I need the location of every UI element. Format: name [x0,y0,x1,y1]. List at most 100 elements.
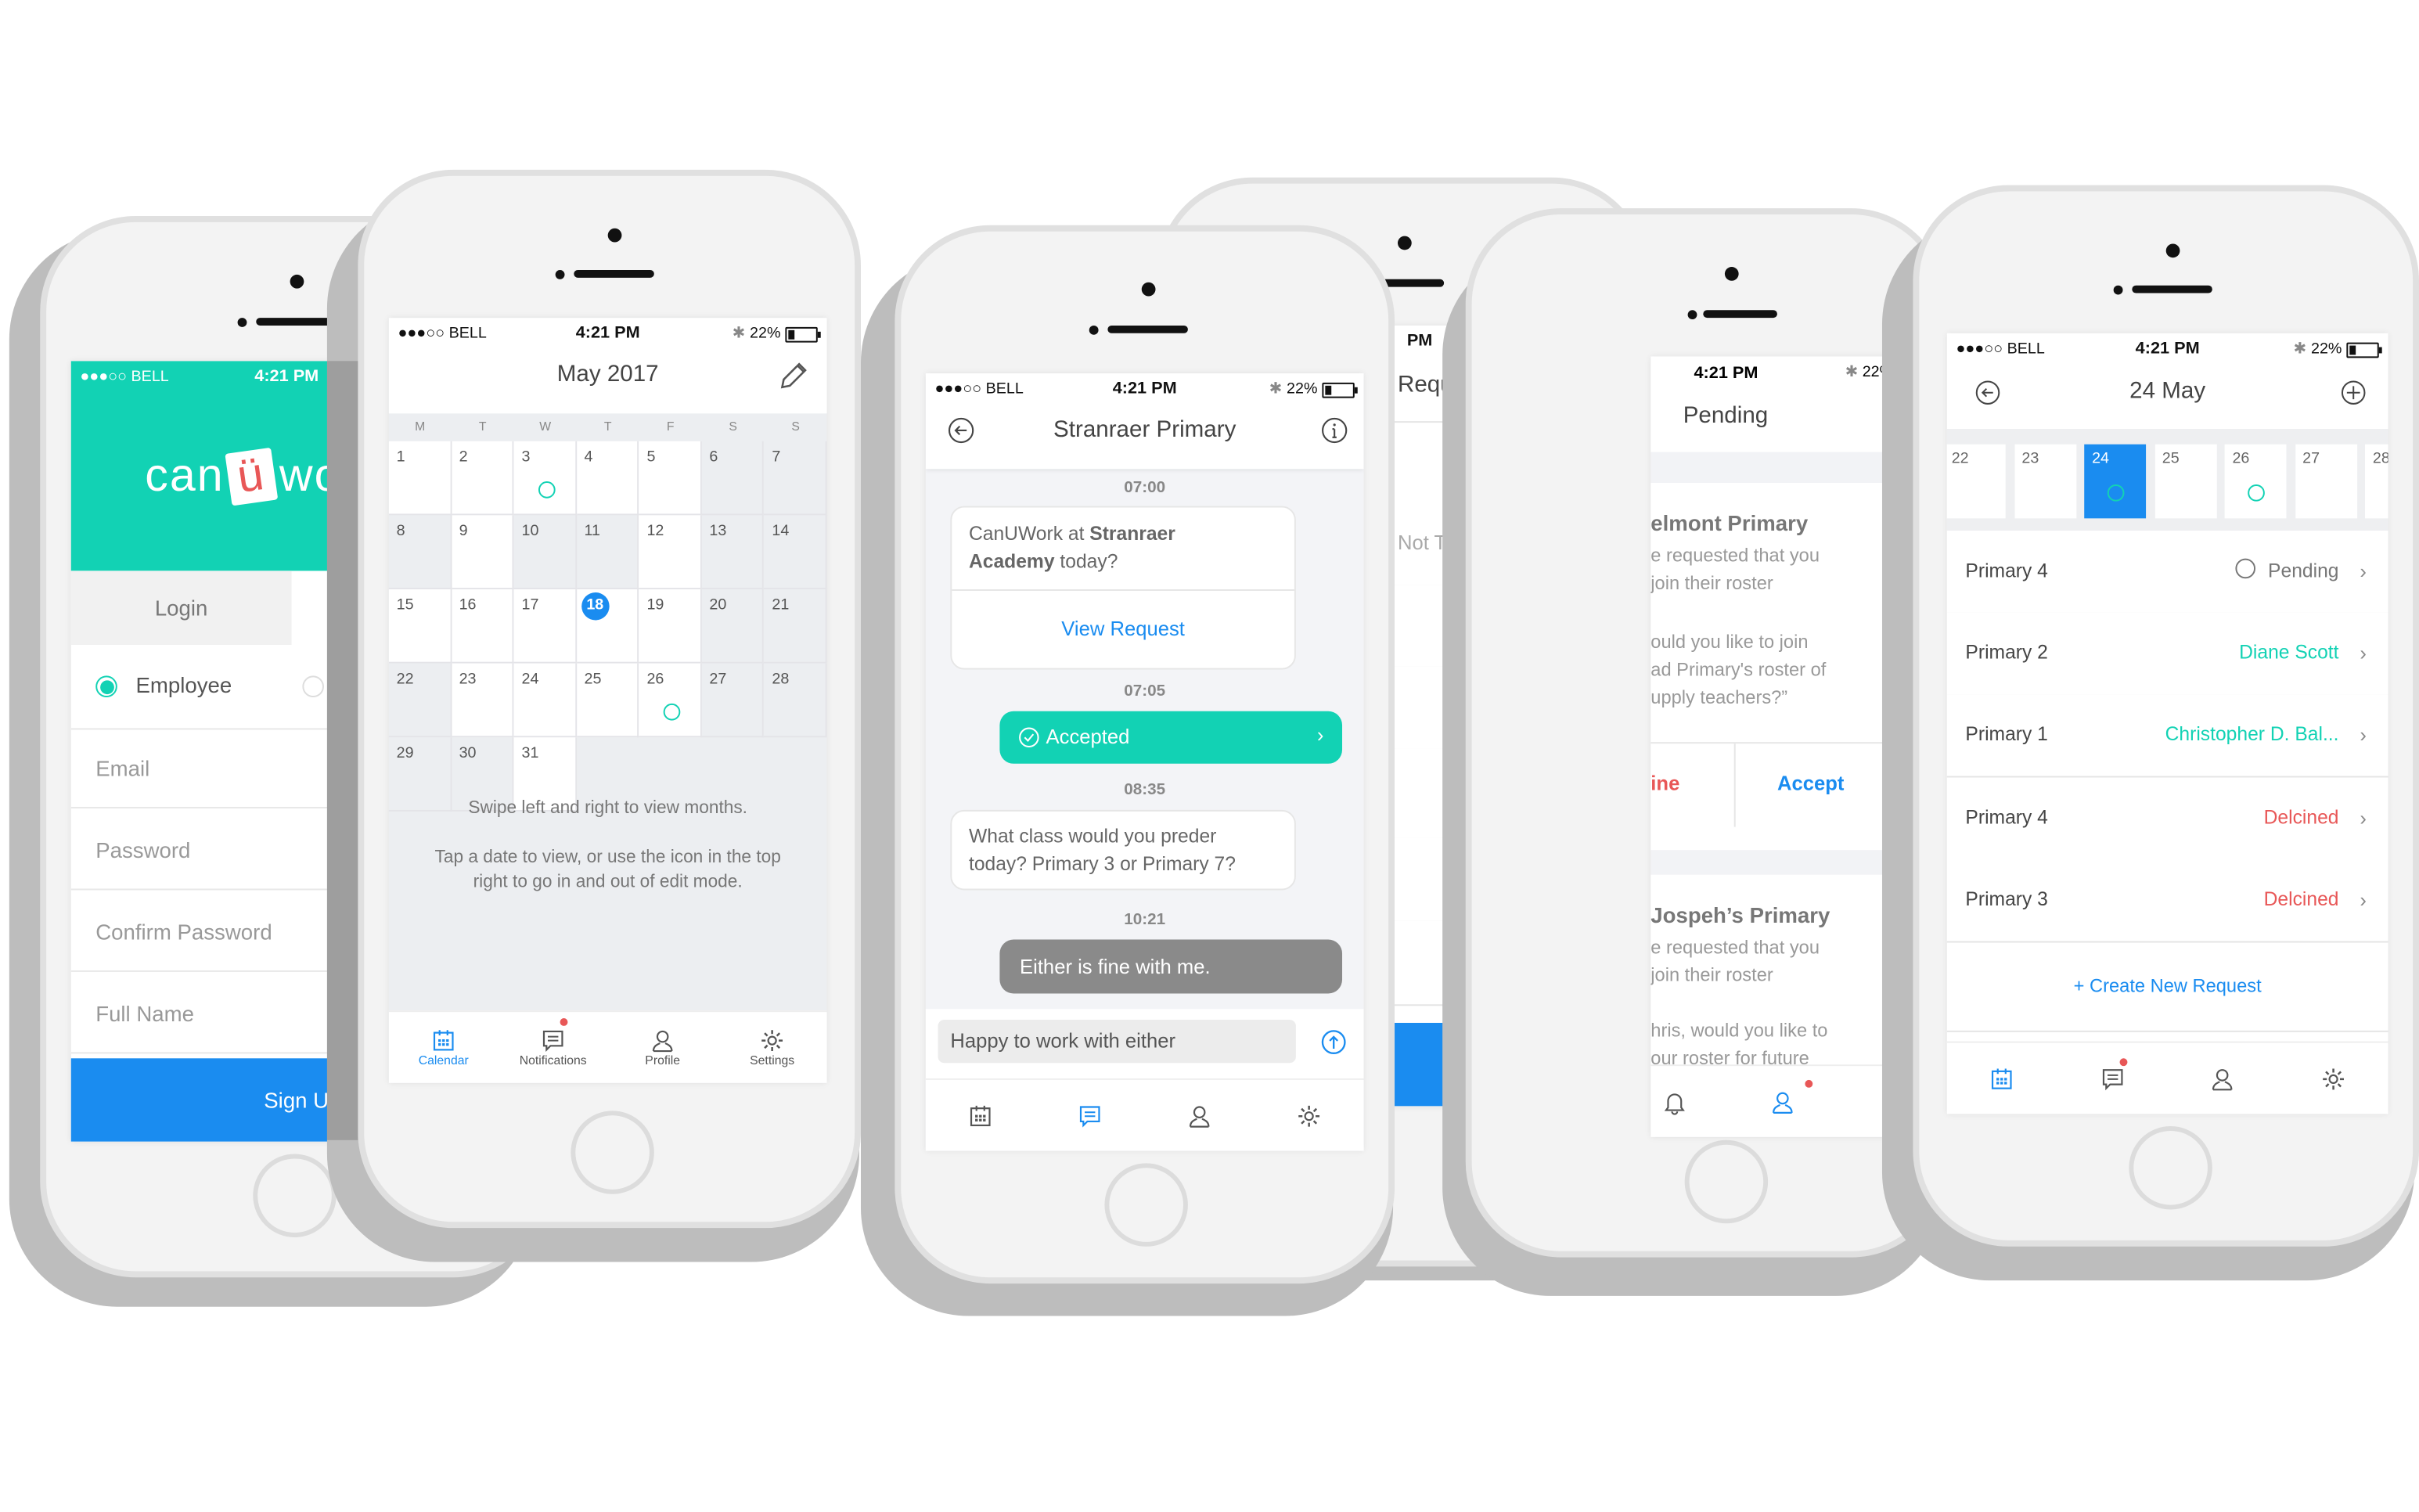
tab-notifications[interactable] [2057,1043,2168,1114]
send-arrow-icon[interactable] [1320,1029,1347,1056]
tab-profile[interactable] [1145,1080,1254,1151]
message-icon [1079,1105,1100,1127]
tab-calendar[interactable]: Calendar [389,1012,499,1083]
view-request-button[interactable]: View Request [952,589,1294,668]
home-button[interactable] [1104,1163,1188,1247]
tab-calendar[interactable] [926,1080,1035,1151]
calendar-day[interactable]: 16 [451,589,514,664]
logo-text: can [145,450,225,502]
tab-notifications[interactable]: Notifications [499,1012,608,1083]
tab-label: Profile [645,1053,681,1068]
day-number: 8 [396,523,405,540]
camera-icon [607,228,622,243]
message-icon [2102,1068,2123,1090]
calendar-day[interactable]: 19 [639,589,702,664]
home-button[interactable] [1684,1139,1769,1224]
date-strip-day[interactable]: 24 [2084,444,2147,519]
date-strip-day[interactable]: 25 [2154,444,2216,519]
request-message: CanUWork at Stranraer Academy today? View… [950,506,1296,670]
sensor-dot [1687,310,1697,320]
calendar-day[interactable]: 25 [576,663,639,738]
calendar-day[interactable]: 1 [388,441,452,516]
date-strip-day[interactable]: 26 [2224,444,2287,519]
radio-employer[interactable] [302,675,324,698]
request-list-row[interactable]: Primary 4 Delcined › [1946,776,2388,861]
calendar-day[interactable]: 20 [701,589,765,664]
app-logo: can ü wo [145,447,341,506]
camera-icon [1141,282,1156,297]
tab-notifications[interactable] [1035,1080,1145,1151]
date-strip-day[interactable]: 28 [2365,444,2388,519]
tab-profile[interactable] [2168,1043,2278,1114]
date-strip-day[interactable]: 23 [2014,444,2076,519]
tab-login[interactable]: Login [70,571,292,646]
battery-status: ✱22% [1269,381,1358,398]
calendar-day[interactable]: 10 [513,515,577,590]
weekday-label: T [478,419,487,434]
request-list-row[interactable]: Primary 4 Pending › [1946,531,2388,614]
radio-employee[interactable] [95,675,117,698]
tab-notifications[interactable] [1650,1066,1697,1137]
calendar-screen: ●●●○○ BELL 4:21 PM ✱ 22% May 2017 M T W T F S S… [388,318,827,1083]
speaker-grille [1107,325,1188,333]
class-name: Primary 3 [1965,888,2048,910]
calendar-day[interactable]: 15 [388,589,452,664]
day-number: 22 [1951,450,1969,468]
day-number: 15 [396,596,414,614]
bluetooth-icon: ✱ [732,325,746,343]
tab-calendar[interactable] [1947,1043,2057,1114]
calendar-day[interactable]: 11 [576,515,639,590]
day-number: 24 [521,671,539,689]
message-text: CanUWork at Stranraer Academy today? [968,523,1175,573]
add-icon[interactable] [2340,380,2367,406]
calendar-day[interactable]: 26 [639,663,702,738]
create-new-request-button[interactable]: + Create New Request [1946,941,2388,1032]
decline-button[interactable]: ine [1650,772,1679,795]
calendar-day[interactable]: 14 [764,515,827,590]
status-bar: ●●●○○ BELL 4:21 PM ✱ 22% [926,373,1364,407]
calendar-day[interactable]: 17 [513,589,577,664]
calendar-day[interactable]: 21 [764,589,827,664]
calendar-day[interactable]: 27 [701,663,765,738]
request-status: Delcined [2263,888,2339,910]
composer: Happy to work with either [925,1009,1364,1151]
tab-settings[interactable]: Settings [718,1012,827,1083]
chat-screen: ●●●○○ BELL 4:21 PM ✱ 22% Stranraer Primar… [925,373,1364,1151]
tab-label: Settings [750,1053,795,1068]
calendar-day[interactable]: 4 [576,441,639,516]
calendar-day[interactable]: 2 [451,441,514,516]
date-strip-day[interactable]: 27 [2295,444,2357,519]
request-list-row[interactable]: Primary 1 Christopher D. Bal... › [1946,694,2388,779]
calendar-day[interactable]: 24 [513,663,577,738]
date-strip-day[interactable]: 22 [1946,444,2006,519]
calendar-day[interactable]: 7 [764,441,827,516]
tab-profile[interactable] [1697,1066,1866,1137]
calendar-day[interactable]: 5 [639,441,702,516]
info-icon[interactable] [1320,416,1348,444]
calendar-day[interactable]: 13 [701,515,765,590]
speaker-grille [256,318,337,326]
calendar-day[interactable]: 6 [701,441,765,516]
message-input[interactable]: Happy to work with either [938,1020,1296,1064]
request-list-row[interactable]: Primary 2 Diane Scott › [1946,612,2388,697]
calendar-day[interactable]: 18 [576,589,639,664]
home-button[interactable] [2129,1126,2212,1210]
home-button[interactable] [571,1111,654,1194]
sensor-dot [237,318,247,327]
tab-profile[interactable]: Profile [608,1012,718,1083]
calendar-header: ●●●○○ BELL 4:21 PM ✱ 22% May 2017 [388,318,827,414]
calendar-day[interactable]: 12 [639,515,702,590]
request-list-row[interactable]: Primary 3 Delcined › [1946,859,2388,943]
tab-settings[interactable] [2278,1043,2388,1114]
calendar-day[interactable]: 9 [451,515,514,590]
calendar-day[interactable]: 28 [764,663,827,738]
home-button[interactable] [253,1154,337,1237]
calendar-day[interactable]: 8 [388,515,452,590]
tab-settings[interactable] [1254,1080,1364,1151]
calendar-day[interactable]: 23 [451,663,514,738]
calendar-day[interactable]: 3 [513,441,577,516]
accepted-status-message[interactable]: Accepted › [999,711,1343,764]
calendar-day[interactable]: 22 [388,663,452,738]
accept-button[interactable]: Accept [1777,772,1844,795]
edit-pencil-icon[interactable] [778,361,808,391]
